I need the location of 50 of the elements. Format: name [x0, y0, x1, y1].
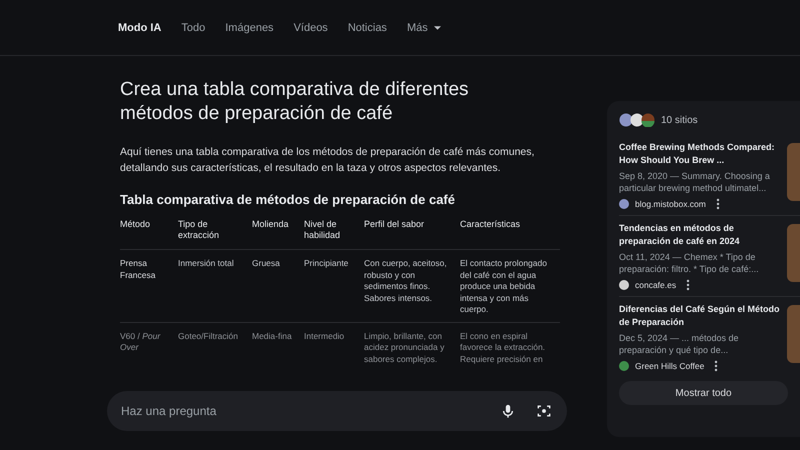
source-title-link[interactable]: Tendencias en métodos de preparación de café en 2024 [619, 222, 781, 248]
sources-count: 10 sitios [661, 114, 698, 126]
more-options-icon[interactable] [714, 360, 718, 372]
nav-tab[interactable]: Modo IA [112, 18, 168, 38]
site-name: concafe.es [635, 280, 676, 290]
answer-intro: Aquí tienes una tabla comparativa de los métodos de preparación de café más comunes, detallando sus características, el resultado en la taza y otros aspectos relevantes. [120, 145, 536, 176]
site-favicons-icon [619, 113, 657, 127]
table-cell: Inmersión total [178, 250, 252, 322]
table-cell: Principiante [304, 250, 364, 322]
table-cell: El contacto prolongado del café con el agua produce una bebida intensa y con más cuerpo. [460, 250, 560, 322]
column-header: Perfil del sabor [364, 219, 460, 250]
nav-tab[interactable]: Imágenes [219, 18, 280, 38]
table-cell: El cono en espiral favorece la extracción. Requiere precisión en [460, 322, 560, 365]
table-cell: Limpio, brillante, con acidez pronunciada y sabores complejos. [364, 322, 460, 365]
source-snippet: Sep 8, 2020 — Summary. Choosing a particular brewing method ultimatel... [619, 170, 771, 194]
site-name: Green Hills Coffee [635, 361, 704, 371]
table-title: Tabla comparativa de métodos de preparación de café [120, 192, 456, 207]
more-options-icon[interactable] [716, 198, 720, 210]
column-header: Nivel de habilidad [304, 219, 364, 250]
column-header: Método [120, 219, 178, 250]
table-cell: Con cuerpo, aceitoso, robusto y con sedimentos finos. Sabores intensos. [364, 250, 460, 322]
microphone-icon[interactable] [501, 404, 515, 418]
nav-tab[interactable]: Noticias [342, 18, 393, 38]
show-all-button[interactable]: Mostrar todo [619, 381, 788, 405]
source-title-link[interactable]: Coffee Brewing Methods Compared: How Should You Brew ... [619, 141, 781, 167]
table-cell: V60 / Pour Over [120, 322, 178, 365]
source-snippet: Oct 11, 2024 — Chemex * Tipo de preparación: filtro. * Tipo de café:... [619, 251, 760, 275]
nav-tab[interactable]: Vídeos [288, 18, 334, 38]
nav-tab[interactable]: Todo [175, 18, 212, 38]
table-cell: Gruesa [252, 250, 304, 322]
table-cell: Prensa Francesa [120, 250, 178, 322]
nav-tab[interactable]: Más [400, 18, 447, 38]
source-snippet: Dec 5, 2024 — ... métodos de preparación y qué tipo de... [619, 332, 740, 356]
source-title-link[interactable]: Diferencias del Café Según el Método de Preparación [619, 303, 781, 329]
photo-placeholder [787, 143, 800, 201]
column-header: Características [460, 219, 560, 250]
camera-icon[interactable] [537, 404, 551, 418]
photo-placeholder [787, 224, 800, 282]
column-header: Molienda [252, 219, 304, 250]
table-cell: Media-fina [252, 322, 304, 365]
caret-icon [434, 26, 441, 30]
more-options-icon[interactable] [686, 279, 690, 291]
ask-field[interactable]: Haz una pregunta [119, 403, 479, 419]
ask-bar[interactable]: Haz una pregunta [107, 391, 567, 431]
column-header: Tipo de extracción [178, 219, 252, 250]
answer-title: Crea una tabla comparativa de diferentes métodos de preparación de café [120, 78, 470, 126]
table-cell: Intermedio [304, 322, 364, 365]
photo-placeholder [787, 305, 800, 363]
table-cell: Goteo/Filtración [178, 322, 252, 365]
site-name: blog.mistobox.com [635, 199, 706, 209]
